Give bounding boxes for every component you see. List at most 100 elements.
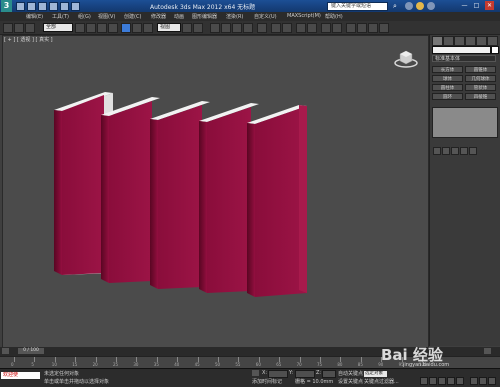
- pan-view-icon[interactable]: [479, 377, 487, 385]
- redo-icon[interactable]: [60, 2, 69, 11]
- project-folder-icon[interactable]: [71, 2, 80, 11]
- orbit-icon[interactable]: [488, 377, 496, 385]
- menu-modifiers[interactable]: 修改器: [151, 13, 166, 20]
- minimize-button[interactable]: —: [460, 1, 469, 10]
- box-button[interactable]: 长方体: [432, 66, 463, 73]
- pivot-center-icon[interactable]: [182, 23, 192, 33]
- coord-z-field[interactable]: [322, 370, 336, 378]
- undo-icon[interactable]: [49, 2, 58, 11]
- material-editor-icon[interactable]: [346, 23, 356, 33]
- key-filter-dropdown[interactable]: 选定对象: [364, 371, 387, 377]
- save-file-icon[interactable]: [38, 2, 47, 11]
- curve-editor-icon[interactable]: [321, 23, 331, 33]
- make-unique-icon[interactable]: [451, 147, 459, 155]
- play-icon[interactable]: [438, 377, 446, 385]
- pyramid-button[interactable]: 四棱锥: [465, 93, 496, 100]
- app-logo-icon[interactable]: 3: [1, 0, 12, 12]
- communication-center-icon[interactable]: [405, 2, 413, 10]
- lock-selection-icon[interactable]: [252, 370, 259, 376]
- menu-graph-editors[interactable]: 图形编辑器: [192, 13, 217, 20]
- menu-create[interactable]: 创建(C): [124, 13, 141, 20]
- prev-frame-icon[interactable]: [2, 348, 9, 354]
- viewcube-icon[interactable]: [394, 46, 418, 70]
- select-scale-icon[interactable]: [143, 23, 153, 33]
- object-name-field[interactable]: [432, 46, 491, 54]
- key-filters-button[interactable]: 关键点过滤器...: [364, 378, 399, 385]
- create-tab-icon[interactable]: [432, 36, 443, 46]
- remove-modifier-icon[interactable]: [460, 147, 468, 155]
- configure-sets-icon[interactable]: [469, 147, 477, 155]
- select-by-name-icon[interactable]: [86, 23, 96, 33]
- cylinder-button[interactable]: 圆柱体: [432, 84, 463, 91]
- add-time-tag[interactable]: 添加时间标记: [252, 378, 282, 385]
- sphere-button[interactable]: 球体: [432, 75, 463, 82]
- show-end-result-icon[interactable]: [442, 147, 450, 155]
- menu-views[interactable]: 视图(V): [98, 13, 115, 20]
- menu-edit[interactable]: 编辑(E): [26, 13, 43, 20]
- tube-button[interactable]: 管状体: [465, 84, 496, 91]
- selection-filter-dropdown[interactable]: 全部: [43, 23, 73, 32]
- next-frame-icon[interactable]: [484, 348, 491, 354]
- object-color-swatch[interactable]: [491, 46, 499, 54]
- menu-group[interactable]: 组(G): [78, 13, 91, 20]
- motion-tab-icon[interactable]: [465, 36, 476, 46]
- time-slider-thumb[interactable]: 0 / 100: [18, 348, 44, 354]
- utilities-tab-icon[interactable]: [487, 36, 498, 46]
- schematic-view-icon[interactable]: [332, 23, 342, 33]
- select-manipulate-icon[interactable]: [193, 23, 203, 33]
- maxscript-listener[interactable]: 欢迎使: [1, 372, 40, 379]
- new-file-icon[interactable]: [16, 2, 25, 11]
- set-key-button[interactable]: 设置关键点: [338, 378, 363, 385]
- snaps-toggle-icon[interactable]: [210, 23, 220, 33]
- menu-rendering[interactable]: 渲染(R): [226, 13, 243, 20]
- display-tab-icon[interactable]: [476, 36, 487, 46]
- go-to-start-icon[interactable]: [420, 377, 428, 385]
- hierarchy-tab-icon[interactable]: [454, 36, 465, 46]
- align-icon[interactable]: [282, 23, 292, 33]
- window-crossing-icon[interactable]: [108, 23, 118, 33]
- go-to-end-icon[interactable]: [456, 377, 464, 385]
- graphite-ribbon-icon[interactable]: [307, 23, 317, 33]
- favorites-star-icon[interactable]: [416, 2, 424, 10]
- render-setup-icon[interactable]: [357, 23, 367, 33]
- named-selection-icon[interactable]: [257, 23, 267, 33]
- undo-icon[interactable]: [3, 23, 13, 33]
- torus-button[interactable]: 圆环: [432, 93, 463, 100]
- percent-snap-icon[interactable]: [232, 23, 242, 33]
- coord-y-field[interactable]: [295, 370, 315, 378]
- menu-help[interactable]: 帮助(H): [325, 13, 343, 20]
- previous-frame-icon[interactable]: [429, 377, 437, 385]
- layer-manager-icon[interactable]: [296, 23, 306, 33]
- zoom-icon[interactable]: [470, 377, 478, 385]
- coord-x-field[interactable]: [268, 370, 288, 378]
- object-type-dropdown[interactable]: 标准基本体: [432, 55, 496, 62]
- open-file-icon[interactable]: [27, 2, 36, 11]
- mirror-icon[interactable]: [271, 23, 281, 33]
- search-input[interactable]: 键入关键字或短语: [327, 2, 388, 11]
- book-5[interactable]: [247, 105, 307, 297]
- help-icon[interactable]: [427, 2, 435, 10]
- geosphere-button[interactable]: 几何球体: [465, 75, 496, 82]
- select-object-icon[interactable]: [75, 23, 85, 33]
- close-button[interactable]: ✕: [485, 1, 494, 10]
- select-rotate-icon[interactable]: [132, 23, 142, 33]
- rendered-frame-window-icon[interactable]: [368, 23, 378, 33]
- menu-maxscript[interactable]: MAXScript(M): [287, 13, 321, 19]
- search-icon[interactable]: ⌕: [393, 2, 401, 10]
- render-production-icon[interactable]: [379, 23, 389, 33]
- spinner-snap-icon[interactable]: [243, 23, 253, 33]
- menu-customize[interactable]: 自定义(U): [254, 13, 277, 20]
- menu-animation[interactable]: 动画: [174, 13, 184, 20]
- menu-tools[interactable]: 工具(T): [52, 13, 69, 20]
- auto-key-button[interactable]: 自动关键点: [338, 370, 363, 377]
- modify-tab-icon[interactable]: [443, 36, 454, 46]
- reference-coordinate-dropdown[interactable]: 视图: [157, 23, 181, 32]
- select-link-icon[interactable]: [14, 23, 24, 33]
- cone-button[interactable]: 圆锥体: [465, 66, 496, 73]
- unlink-icon[interactable]: [25, 23, 35, 33]
- maximize-button[interactable]: □: [472, 1, 481, 10]
- next-frame-button-icon[interactable]: [447, 377, 455, 385]
- angle-snap-icon[interactable]: [221, 23, 231, 33]
- rectangle-selection-icon[interactable]: [97, 23, 107, 33]
- pin-stack-icon[interactable]: [433, 147, 441, 155]
